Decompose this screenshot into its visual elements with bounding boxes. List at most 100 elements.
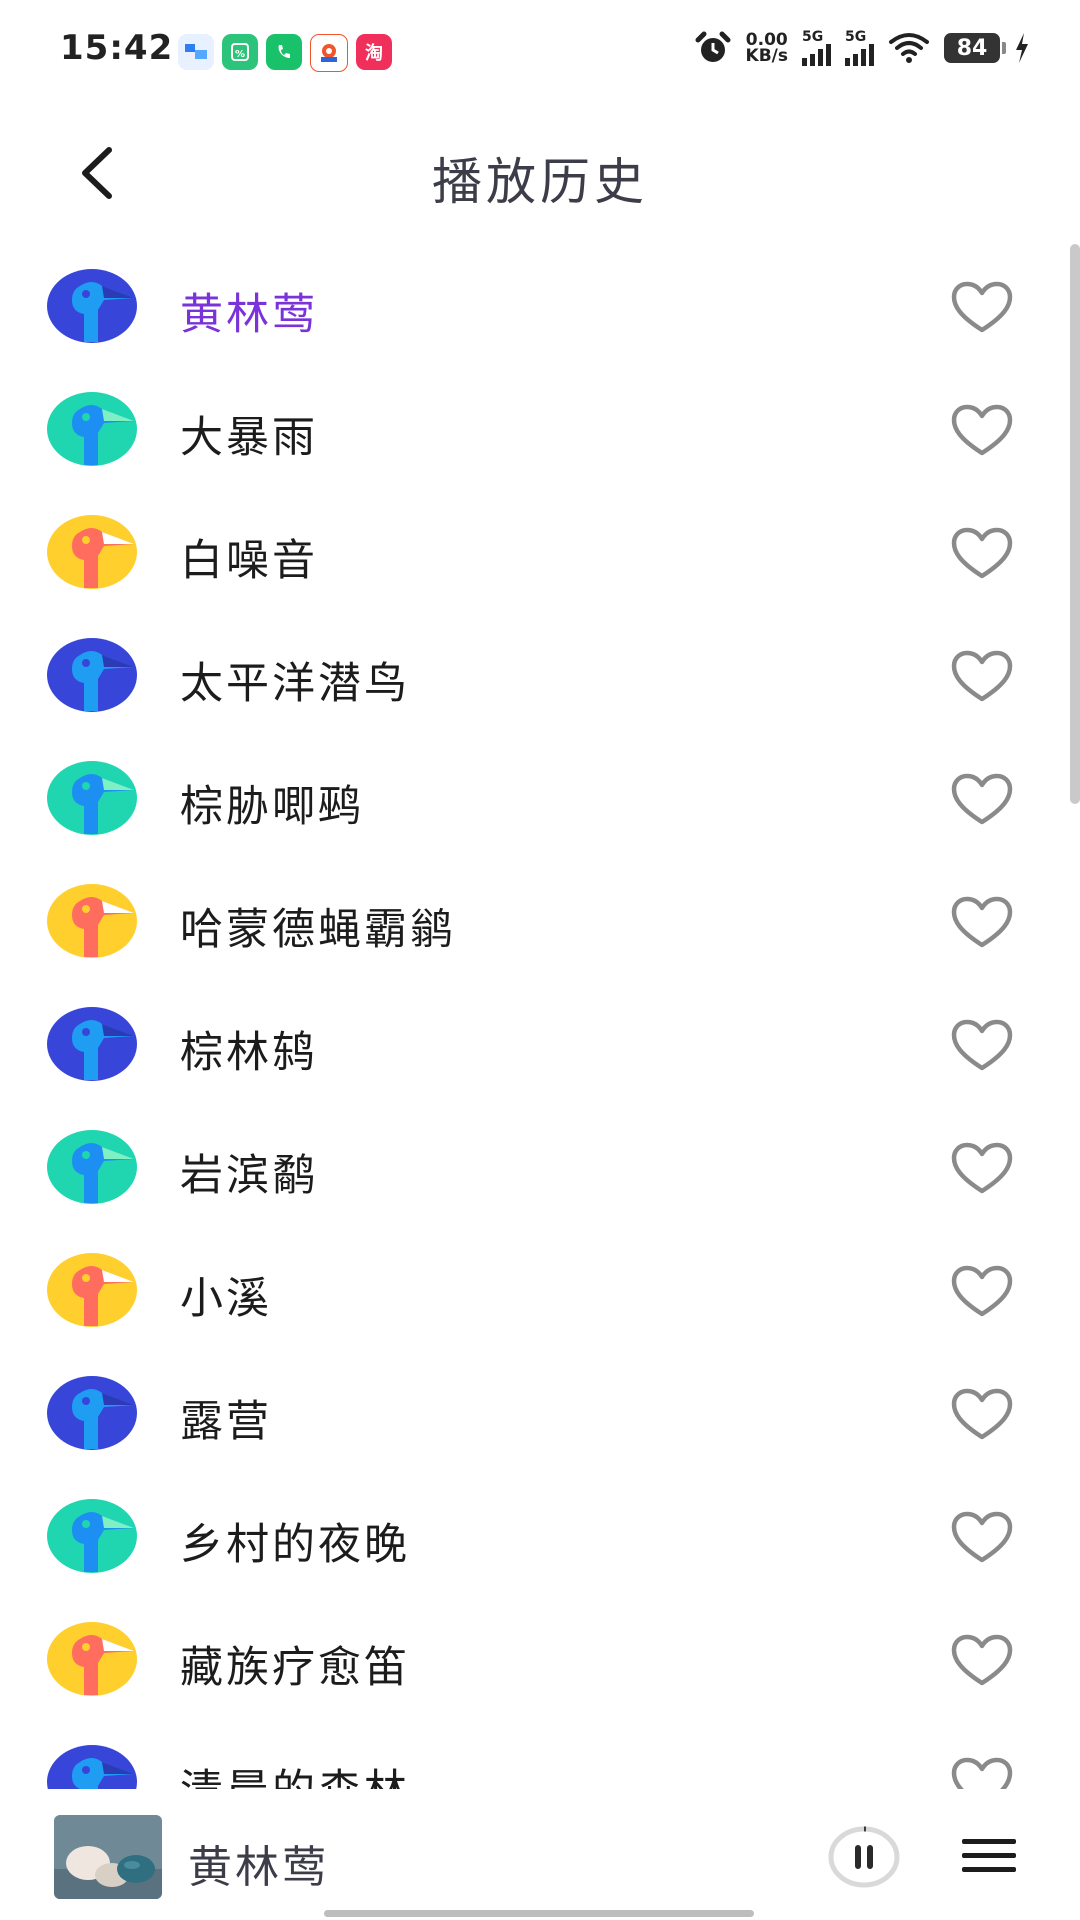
- history-item-title: 清晨的森林: [180, 1756, 410, 1789]
- favorite-button[interactable]: [950, 526, 1014, 582]
- bird-avatar-icon: [46, 1744, 138, 1789]
- alarm-icon: [695, 31, 731, 62]
- network-speed-unit: KB/s: [745, 46, 788, 66]
- bird-avatar-icon: [46, 637, 138, 713]
- favorite-button[interactable]: [950, 1756, 1014, 1789]
- history-item-title: 哈蒙德蝇霸鹟: [180, 905, 456, 955]
- album-cover[interactable]: [54, 1815, 162, 1899]
- heart-icon: [951, 527, 1013, 579]
- bird-avatar-icon: [46, 883, 138, 959]
- bird-avatar-icon: [46, 514, 138, 590]
- mini-player[interactable]: 黄林莺: [0, 1789, 1080, 1920]
- favorite-button[interactable]: [950, 1018, 1014, 1074]
- history-item[interactable]: 清晨的森林: [0, 1720, 1060, 1789]
- status-time: 15:42: [60, 28, 174, 68]
- history-list: 黄林莺大暴雨白噪音太平洋潜鸟棕胁唧鹀哈蒙德蝇霸鹟 棕林鸫岩滨鹬小溪露营乡村的夜晚藏…: [0, 244, 1080, 1789]
- bird-avatar-icon: [46, 1375, 138, 1451]
- signal-bars-icon: [845, 44, 874, 66]
- heart-icon: [951, 404, 1013, 456]
- history-item-title: 乡村的夜晚: [180, 1520, 410, 1570]
- battery-indicator: 84: [944, 33, 1006, 63]
- bird-avatar-icon: [46, 1129, 138, 1205]
- home-indicator[interactable]: [324, 1910, 754, 1917]
- player-title: 黄林莺: [188, 1842, 329, 1893]
- heart-icon: [951, 1019, 1013, 1071]
- status-right: 0.00 KB/s 5G 5G 84: [694, 30, 1030, 66]
- favorite-button[interactable]: [950, 403, 1014, 459]
- favorite-button[interactable]: [950, 280, 1014, 336]
- menu-icon: [962, 1839, 1016, 1872]
- history-item-title: 黄林莺: [180, 290, 318, 340]
- history-item[interactable]: 棕林鸫: [0, 982, 1060, 1105]
- heart-icon: [951, 1511, 1013, 1563]
- taobao-label: 淘: [365, 43, 383, 64]
- pause-icon: [828, 1826, 900, 1888]
- playlist-menu-button[interactable]: [960, 1835, 1018, 1875]
- bird-avatar-icon: [46, 760, 138, 836]
- bird-avatar-icon: [46, 1252, 138, 1328]
- history-item[interactable]: 白噪音: [0, 490, 1060, 613]
- sim2-label: 5G: [845, 29, 867, 45]
- signal-sim1: 5G: [802, 30, 831, 66]
- history-item[interactable]: 棕胁唧鹀: [0, 736, 1060, 859]
- history-item-title: 岩滨鹬: [180, 1151, 318, 1201]
- history-item[interactable]: 藏族疗愈笛: [0, 1597, 1060, 1720]
- heart-icon: [951, 650, 1013, 702]
- app-orange-icon: [310, 34, 348, 72]
- history-item-title: 白噪音: [180, 536, 318, 586]
- header: 播放历史: [0, 100, 1080, 240]
- svg-text:%: %: [235, 49, 245, 60]
- favorite-button[interactable]: [950, 1387, 1014, 1443]
- heart-icon: [951, 1388, 1013, 1440]
- favorite-button[interactable]: [950, 1633, 1014, 1689]
- favorite-button[interactable]: [950, 649, 1014, 705]
- history-item-title: 露营: [180, 1397, 272, 1447]
- pause-button[interactable]: [828, 1826, 900, 1888]
- charging-icon: [1016, 33, 1028, 63]
- history-item[interactable]: 露营: [0, 1351, 1060, 1474]
- history-item[interactable]: 大暴雨: [0, 367, 1060, 490]
- heart-icon: [951, 1634, 1013, 1686]
- signal-bars-icon: [802, 44, 831, 66]
- history-item[interactable]: 黄林莺: [0, 244, 1060, 367]
- wifi-icon: [889, 33, 929, 63]
- app-green-icon: %: [222, 34, 258, 70]
- favorite-button[interactable]: [950, 1141, 1014, 1197]
- history-item-title: 藏族疗愈笛: [180, 1643, 410, 1693]
- bird-avatar-icon: [46, 268, 138, 344]
- favorite-button[interactable]: [950, 895, 1014, 951]
- history-item[interactable]: 岩滨鹬: [0, 1105, 1060, 1228]
- bird-avatar-icon: [46, 1498, 138, 1574]
- history-item-title: 大暴雨: [180, 413, 318, 463]
- history-item[interactable]: 哈蒙德蝇霸鹟: [0, 859, 1060, 982]
- history-item-title: 棕林鸫: [180, 1028, 318, 1078]
- history-item-title: 棕胁唧鹀: [180, 782, 364, 832]
- history-item[interactable]: 太平洋潜鸟: [0, 613, 1060, 736]
- history-item-title: 太平洋潜鸟: [180, 659, 410, 709]
- scrollbar[interactable]: [1070, 244, 1080, 804]
- favorite-button[interactable]: [950, 1264, 1014, 1320]
- sim1-label: 5G: [802, 29, 824, 45]
- page-title: 播放历史: [432, 153, 648, 211]
- app-blue-icon: [178, 34, 214, 70]
- heart-icon: [951, 281, 1013, 333]
- history-item-title: 小溪: [180, 1274, 272, 1324]
- favorite-button[interactable]: [950, 1510, 1014, 1566]
- bird-avatar-icon: [46, 1621, 138, 1697]
- heart-icon: [951, 1757, 1013, 1789]
- bird-avatar-icon: [46, 1006, 138, 1082]
- notification-icons: % 淘: [178, 34, 392, 72]
- signal-sim2: 5G: [845, 30, 874, 66]
- favorite-button[interactable]: [950, 772, 1014, 828]
- battery-level: 84: [956, 35, 988, 61]
- heart-icon: [951, 1142, 1013, 1194]
- network-speed: 0.00 KB/s: [745, 32, 788, 66]
- heart-icon: [951, 896, 1013, 948]
- history-item[interactable]: 小溪: [0, 1228, 1060, 1351]
- heart-icon: [951, 1265, 1013, 1317]
- history-item[interactable]: 乡村的夜晚: [0, 1474, 1060, 1597]
- bird-avatar-icon: [46, 391, 138, 467]
- phone-app-icon: [266, 34, 302, 70]
- taobao-icon: 淘: [356, 34, 392, 70]
- status-bar: 15:42 % 淘 0.00 KB/s 5G 5G 84: [0, 0, 1080, 100]
